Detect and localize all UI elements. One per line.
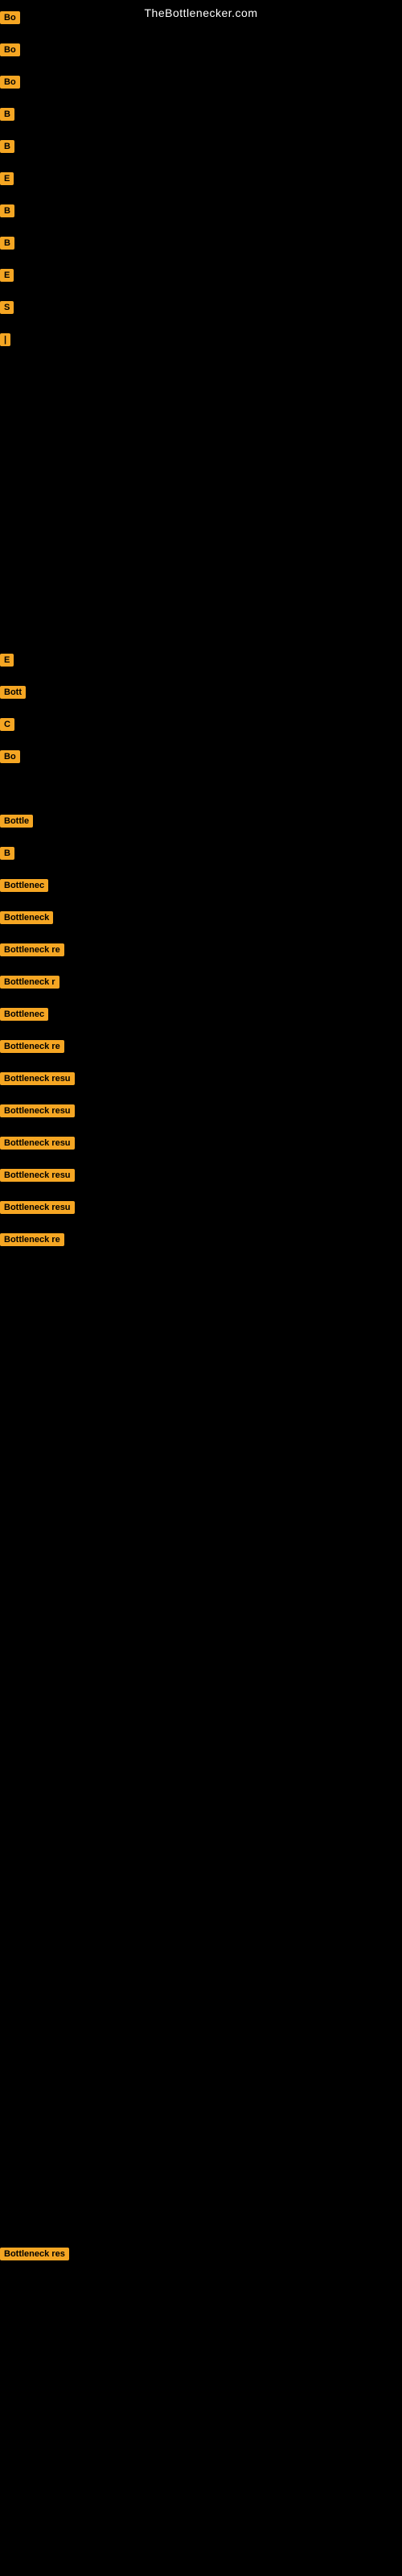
badge-b20: Bottleneck re (0, 943, 64, 956)
badge-b27: Bottleneck resu (0, 1169, 75, 1182)
badge-b28: Bottleneck resu (0, 1201, 75, 1214)
badge-b23: Bottleneck re (0, 1040, 64, 1053)
badge-b18: Bottlenec (0, 879, 48, 892)
bottom-badge: Bottleneck res (0, 2248, 69, 2260)
badge-b2: Bo (0, 43, 20, 56)
badge-b14: C (0, 718, 14, 731)
badge-b19: Bottleneck (0, 911, 53, 924)
badge-b21: Bottleneck r (0, 976, 59, 989)
badge-b7: B (0, 204, 14, 217)
badge-b17: B (0, 847, 14, 860)
badge-b4: B (0, 108, 14, 121)
badge-b5: B (0, 140, 14, 153)
badge-b16: Bottle (0, 815, 33, 828)
badge-b10: S (0, 301, 14, 314)
badge-b9: E (0, 269, 14, 282)
badge-b15: Bo (0, 750, 20, 763)
badge-b29: Bottleneck re (0, 1233, 64, 1246)
badge-b13: Bott (0, 686, 26, 699)
badge-b12: E (0, 654, 14, 667)
badge-b11: | (0, 333, 10, 346)
badge-b6: E (0, 172, 14, 185)
badge-b22: Bottlenec (0, 1008, 48, 1021)
badge-b3: Bo (0, 76, 20, 89)
badge-b24: Bottleneck resu (0, 1072, 75, 1085)
badge-b26: Bottleneck resu (0, 1137, 75, 1150)
badge-b8: B (0, 237, 14, 250)
badge-b1: Bo (0, 11, 20, 24)
site-title: TheBottlenecker.com (0, 0, 402, 23)
badge-b25: Bottleneck resu (0, 1104, 75, 1117)
